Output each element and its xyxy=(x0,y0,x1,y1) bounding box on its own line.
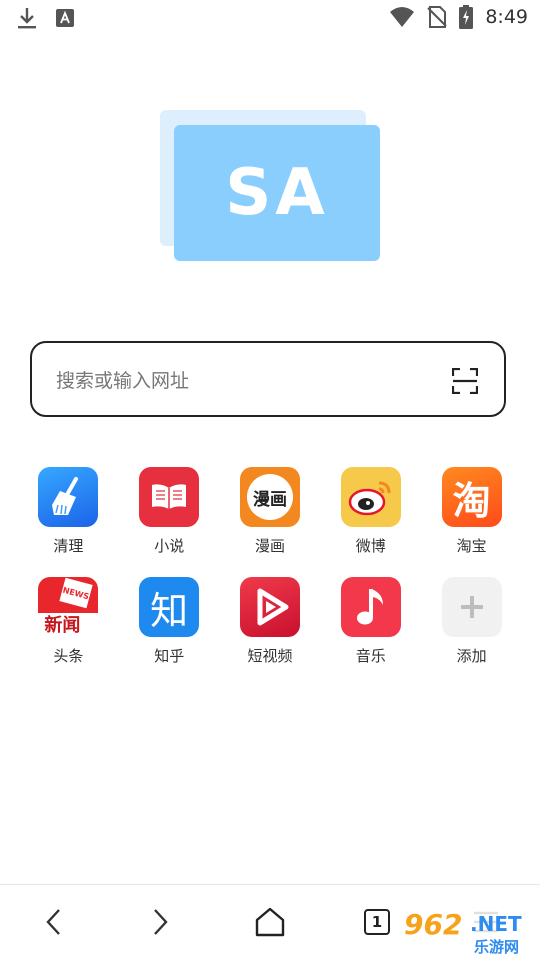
home-icon xyxy=(255,907,285,937)
news-icon-subtext: NEWS xyxy=(62,585,91,601)
shortcut-taobao[interactable]: 淘 淘宝 xyxy=(421,467,522,577)
keyboard-a-icon xyxy=(56,9,74,27)
search-bar[interactable] xyxy=(30,341,506,417)
tabs-icon: 1 xyxy=(364,909,390,935)
shortcut-comic[interactable]: 漫画 漫画 xyxy=(220,467,321,577)
shortcut-label: 知乎 xyxy=(154,647,185,665)
wifi-icon xyxy=(390,7,415,27)
chevron-left-icon xyxy=(46,909,60,935)
shortcut-weibo[interactable]: 微博 xyxy=(320,467,421,577)
comic-icon[interactable]: 漫画 xyxy=(239,467,300,527)
shortcut-label: 音乐 xyxy=(355,647,386,665)
bottom-divider xyxy=(0,884,540,885)
tab-count: 1 xyxy=(371,913,383,931)
taobao-icon-text: 淘 xyxy=(452,478,491,523)
watermark-number: 962 xyxy=(404,908,463,941)
broom-icon[interactable] xyxy=(38,467,99,527)
shortcut-label: 清理 xyxy=(53,537,84,555)
shortcut-grid: 清理 小说 漫画 漫画 微博 淘 淘宝 NEWS 新闻 头条 知 知乎 短视频 … xyxy=(18,467,522,687)
shortcut-clean[interactable]: 清理 xyxy=(18,467,119,577)
tabs-button[interactable]: 1 xyxy=(355,900,399,944)
open-book-icon[interactable] xyxy=(139,467,200,527)
home-button[interactable] xyxy=(248,900,292,944)
shortcut-music[interactable]: 音乐 xyxy=(320,577,421,687)
shortcut-label: 微博 xyxy=(355,537,386,555)
shortcut-label: 小说 xyxy=(154,537,185,555)
shortcut-short-video[interactable]: 短视频 xyxy=(220,577,321,687)
music-note-icon[interactable] xyxy=(340,577,401,637)
news-icon-text: 新闻 xyxy=(44,615,81,636)
search-input[interactable] xyxy=(54,363,438,399)
shortcut-add[interactable]: 添加 xyxy=(421,577,522,687)
shortcut-label: 淘宝 xyxy=(456,537,487,555)
shortcut-label: 漫画 xyxy=(254,537,285,555)
battery-charging-icon xyxy=(459,5,474,29)
shortcut-headlines[interactable]: NEWS 新闻 头条 xyxy=(18,577,119,687)
short-video-icon[interactable] xyxy=(239,577,300,637)
scan-icon[interactable] xyxy=(452,368,478,394)
status-time: 8:49 xyxy=(485,6,528,28)
comic-icon-text: 漫画 xyxy=(252,489,287,510)
watermark-domain: .NET xyxy=(470,912,522,936)
logo-text: SA xyxy=(225,156,329,230)
no-sim-icon xyxy=(427,6,448,28)
shortcut-label: 头条 xyxy=(53,647,84,665)
weibo-icon[interactable] xyxy=(340,467,401,527)
taobao-icon[interactable]: 淘 xyxy=(441,467,502,527)
status-bar: 8:49 xyxy=(0,0,540,36)
forward-button[interactable] xyxy=(138,900,182,944)
plus-icon[interactable] xyxy=(441,577,502,637)
zhihu-icon[interactable]: 知 xyxy=(139,577,200,637)
shortcut-label: 短视频 xyxy=(247,647,293,665)
app-logo: SA xyxy=(160,110,380,262)
shortcut-zhihu[interactable]: 知 知乎 xyxy=(119,577,220,687)
shortcut-label: 添加 xyxy=(456,647,487,665)
back-button[interactable] xyxy=(32,900,76,944)
zhihu-icon-text: 知 xyxy=(150,588,189,633)
download-icon xyxy=(18,8,36,29)
watermark-logo: 962 .NET 乐游网 xyxy=(398,906,534,958)
watermark-site-name: 乐游网 xyxy=(474,938,520,956)
chevron-right-icon xyxy=(154,909,168,935)
logo-front-card: SA xyxy=(174,125,380,261)
shortcut-novel[interactable]: 小说 xyxy=(119,467,220,577)
news-icon[interactable]: NEWS 新闻 xyxy=(38,577,99,637)
